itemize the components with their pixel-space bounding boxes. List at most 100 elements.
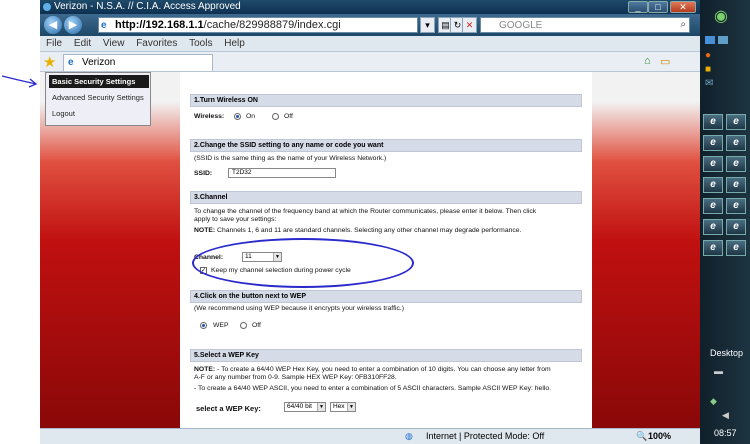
taskbar-ie-icon[interactable]: e xyxy=(703,219,723,235)
right-background xyxy=(592,72,700,428)
chevron-down-icon: ▼ xyxy=(317,403,325,411)
wep-key-type-value: Hex xyxy=(333,403,345,410)
menu-edit[interactable]: Edit xyxy=(74,38,91,49)
stop-icon[interactable]: ✕ xyxy=(462,17,477,33)
section-ssid-header: 2.Change the SSID setting to any name or… xyxy=(190,139,582,152)
menu-favorites[interactable]: Favorites xyxy=(136,38,177,49)
taskbar-ie-icon[interactable]: e xyxy=(726,114,746,130)
wep-off-label: Off xyxy=(252,322,261,329)
security-zone[interactable]: Internet | Protected Mode: Off xyxy=(426,429,544,444)
zoom-level[interactable]: 100% xyxy=(648,429,671,444)
wireless-on-label: On xyxy=(246,113,256,120)
tray-icon[interactable]: ▬ xyxy=(714,366,723,376)
ssid-input[interactable]: T2D32 xyxy=(228,168,336,178)
wep-key-bits-select[interactable]: 64/40 bit ▼ xyxy=(284,402,326,412)
taskbar-ie-icon[interactable]: e xyxy=(726,177,746,193)
menu-help[interactable]: Help xyxy=(224,38,245,49)
clock[interactable]: 08:57 xyxy=(714,428,737,438)
channel-note: Channels 1, 6 and 11 are standard channe… xyxy=(217,227,522,234)
dropdown-icon[interactable]: ▾ xyxy=(420,17,435,33)
home-icon[interactable]: ⌂ xyxy=(644,55,651,67)
wep-key-type-select[interactable]: Hex ▼ xyxy=(330,402,356,412)
zoom-icon: 🔍 xyxy=(636,431,648,441)
menu-view[interactable]: View xyxy=(103,38,125,49)
volume-icon[interactable]: ◀ xyxy=(722,410,729,421)
taskbar-ie-icon[interactable]: e xyxy=(726,135,746,151)
wep-note: (We recommend using WEP because it encry… xyxy=(194,305,405,312)
taskbar-ie-icon[interactable]: e xyxy=(703,135,723,151)
taskbar: ◉ ● ■ ✉ e e e e e e e e e e e e e e Desk… xyxy=(700,0,750,444)
section-wireless-header: 1.Turn Wireless ON xyxy=(190,94,582,107)
menu-file[interactable]: File xyxy=(46,38,62,49)
section-wep-header: 4.Click on the button next to WEP xyxy=(190,290,582,303)
feeds-icon[interactable]: ▭ xyxy=(660,55,670,68)
ssid-note: (SSID is the same thing as the name of y… xyxy=(194,155,387,162)
annotation-arrow xyxy=(1,75,38,88)
search-input[interactable]: GOOGLE xyxy=(499,19,542,32)
favorites-star-icon[interactable]: ★ xyxy=(43,53,56,71)
wep-radio[interactable] xyxy=(200,322,207,329)
channel-desc-1: To change the channel of the frequency b… xyxy=(194,208,537,215)
url-host: http://192.168.1.1 xyxy=(115,19,204,31)
sidebar-item-logout[interactable]: Logout xyxy=(49,107,149,120)
wireless-off-radio[interactable] xyxy=(272,113,279,120)
page-icon: e xyxy=(101,20,107,31)
tab-page-icon: e xyxy=(68,57,74,68)
network-icon[interactable]: ◆ xyxy=(710,396,717,407)
taskbar-ie-icon[interactable]: e xyxy=(726,156,746,172)
taskbar-ie-icon[interactable]: e xyxy=(726,240,746,256)
section-channel-header: 3.Channel xyxy=(190,191,582,204)
taskbar-ie-icon[interactable]: e xyxy=(703,156,723,172)
wep-key-line-1: - To create a 64/40 WEP Hex Key, you nee… xyxy=(217,366,551,373)
desktop-margin xyxy=(0,0,40,444)
url-path: /cache/829988879/index.cgi xyxy=(203,19,341,31)
channel-note-label: NOTE: xyxy=(194,227,216,234)
search-icon[interactable]: ⌕ xyxy=(680,19,686,30)
wep-off-radio[interactable] xyxy=(240,322,247,329)
minimize-button[interactable]: _ xyxy=(628,1,648,13)
tab-verizon[interactable]: e Verizon xyxy=(63,54,213,71)
globe-icon: ◍ xyxy=(405,431,413,441)
tab-label: Verizon xyxy=(82,57,116,68)
taskbar-ie-icon[interactable]: e xyxy=(703,114,723,130)
annotation-ellipse xyxy=(192,238,414,288)
wep-key-line-2: A-F or any number from 0-9. Sample HEX W… xyxy=(194,374,397,381)
wep-key-note-label: NOTE: xyxy=(194,366,216,373)
desktop-icon[interactable] xyxy=(705,36,715,44)
search-box[interactable]: GOOGLE ⌕ xyxy=(480,17,690,33)
page-content: Basic Security Settings Advanced Securit… xyxy=(40,72,700,428)
tab-bar: ★ e Verizon ⌂ ▭ xyxy=(40,52,700,72)
address-bar[interactable]: e http://192.168.1.1/cache/829988879/ind… xyxy=(98,17,418,33)
folder-icon[interactable]: ■ xyxy=(705,64,711,75)
sidebar-item-basic-security[interactable]: Basic Security Settings xyxy=(49,75,149,88)
sidebar-item-advanced-security[interactable]: Advanced Security Settings xyxy=(49,91,149,104)
menu-bar: File Edit View Favorites Tools Help xyxy=(40,36,700,52)
desktop-label[interactable]: Desktop xyxy=(710,348,743,358)
taskbar-ie-icon[interactable]: e xyxy=(703,198,723,214)
mail-icon[interactable]: ✉ xyxy=(705,78,713,89)
wireless-off-label: Off xyxy=(284,113,293,120)
settings-sidebar: Basic Security Settings Advanced Securit… xyxy=(45,72,151,126)
ie-icon xyxy=(43,3,51,11)
menu-tools[interactable]: Tools xyxy=(189,38,212,49)
taskbar-ie-icon[interactable]: e xyxy=(703,177,723,193)
forward-icon[interactable]: ▶ xyxy=(64,16,82,34)
settings-form: 1.Turn Wireless ON Wireless: On Off 2.Ch… xyxy=(180,72,592,428)
wep-key-bits-value: 64/40 bit xyxy=(287,403,312,410)
section-wep-key-header: 5.Select a WEP Key xyxy=(190,349,582,362)
wep-key-line-3: - To create a 64/40 WEP ASCII, you need … xyxy=(194,385,552,392)
window-title: Verizon - N.S.A. // C.I.A. Access Approv… xyxy=(54,1,241,12)
chevron-down-icon: ▼ xyxy=(347,403,355,411)
window-icon[interactable] xyxy=(718,36,728,44)
back-icon[interactable]: ◀ xyxy=(44,16,62,34)
taskbar-ie-icon[interactable]: e xyxy=(726,198,746,214)
taskbar-ie-icon[interactable]: e xyxy=(726,219,746,235)
window-titlebar: Verizon - N.S.A. // C.I.A. Access Approv… xyxy=(40,0,700,14)
firefox-icon[interactable]: ● xyxy=(705,50,711,61)
wireless-label: Wireless: xyxy=(194,113,225,120)
close-button[interactable]: ✕ xyxy=(670,1,696,13)
start-orb-icon[interactable]: ◉ xyxy=(714,6,728,26)
wireless-on-radio[interactable] xyxy=(234,113,241,120)
maximize-button[interactable]: □ xyxy=(648,1,668,13)
taskbar-ie-icon[interactable]: e xyxy=(703,240,723,256)
